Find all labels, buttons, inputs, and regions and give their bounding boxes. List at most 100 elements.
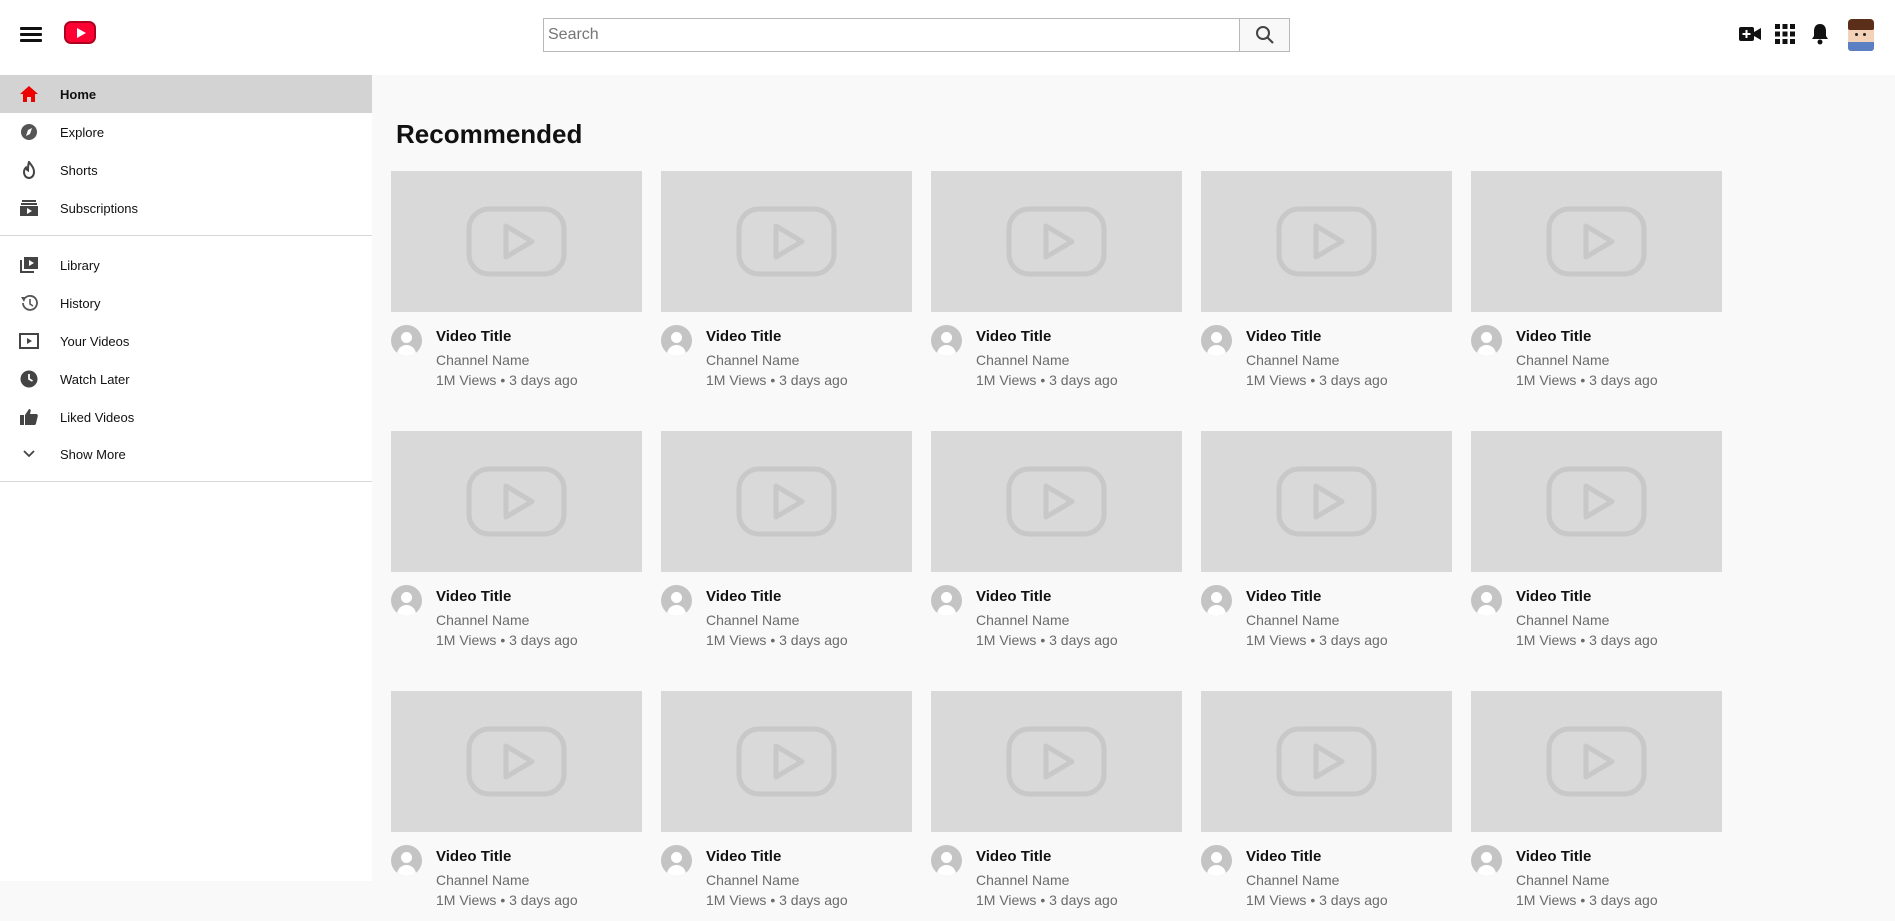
apps-grid-icon[interactable] — [1775, 24, 1795, 44]
video-card[interactable]: Video Title Channel Name 1M Views • 3 da… — [1471, 431, 1722, 661]
video-title[interactable]: Video Title — [436, 848, 511, 865]
channel-avatar[interactable] — [1201, 845, 1232, 876]
channel-avatar[interactable] — [1471, 585, 1502, 616]
channel-avatar[interactable] — [661, 845, 692, 876]
play-icon — [736, 726, 837, 797]
video-card[interactable]: Video Title Channel Name 1M Views • 3 da… — [391, 171, 642, 401]
channel-avatar[interactable] — [661, 585, 692, 616]
video-thumbnail[interactable] — [931, 171, 1182, 312]
video-thumbnail[interactable] — [661, 171, 912, 312]
channel-name[interactable]: Channel Name — [436, 872, 529, 888]
channel-name[interactable]: Channel Name — [1516, 872, 1609, 888]
video-card[interactable]: Video Title Channel Name 1M Views • 3 da… — [661, 171, 912, 401]
channel-avatar[interactable] — [661, 325, 692, 356]
channel-avatar[interactable] — [1201, 325, 1232, 356]
notifications-bell-icon[interactable] — [1810, 23, 1830, 45]
channel-name[interactable]: Channel Name — [436, 612, 529, 628]
channel-avatar[interactable] — [1471, 845, 1502, 876]
channel-avatar[interactable] — [391, 325, 422, 356]
video-card[interactable]: Video Title Channel Name 1M Views • 3 da… — [1201, 691, 1452, 921]
video-meta: 1M Views • 3 days ago — [1516, 892, 1658, 908]
channel-avatar[interactable] — [931, 845, 962, 876]
video-title[interactable]: Video Title — [1516, 328, 1591, 345]
channel-avatar[interactable] — [1201, 585, 1232, 616]
video-thumbnail[interactable] — [391, 431, 642, 572]
user-avatar[interactable] — [1848, 19, 1874, 51]
play-icon — [1276, 726, 1377, 797]
sidebar-item-label: Subscriptions — [60, 200, 139, 216]
video-card[interactable]: Video Title Channel Name 1M Views • 3 da… — [661, 691, 912, 921]
sidebar-item-show-more[interactable]: Show More — [0, 435, 372, 473]
video-thumbnail[interactable] — [931, 431, 1182, 572]
video-title[interactable]: Video Title — [706, 328, 781, 345]
video-title[interactable]: Video Title — [1516, 848, 1591, 865]
video-title[interactable]: Video Title — [976, 588, 1051, 605]
video-thumbnail[interactable] — [931, 691, 1182, 832]
video-card[interactable]: Video Title Channel Name 1M Views • 3 da… — [1201, 171, 1452, 401]
main-content: Recommended Video Title Channel Name 1M … — [372, 75, 1895, 908]
sidebar-item-home[interactable]: Home — [0, 75, 372, 113]
video-thumbnail[interactable] — [1471, 171, 1722, 312]
channel-avatar[interactable] — [1471, 325, 1502, 356]
video-thumbnail[interactable] — [661, 431, 912, 572]
channel-name[interactable]: Channel Name — [436, 352, 529, 368]
sidebar-item-shorts[interactable]: Shorts — [0, 151, 372, 189]
video-title[interactable]: Video Title — [1246, 328, 1321, 345]
video-card[interactable]: Video Title Channel Name 1M Views • 3 da… — [931, 171, 1182, 401]
video-card[interactable]: Video Title Channel Name 1M Views • 3 da… — [661, 431, 912, 661]
channel-name[interactable]: Channel Name — [1246, 612, 1339, 628]
channel-name[interactable]: Channel Name — [1516, 612, 1609, 628]
sidebar-item-your-videos[interactable]: Your Videos — [0, 322, 372, 360]
create-video-icon[interactable] — [1738, 24, 1762, 44]
video-title[interactable]: Video Title — [976, 328, 1051, 345]
video-thumbnail[interactable] — [1471, 691, 1722, 832]
video-thumbnail[interactable] — [661, 691, 912, 832]
search-input[interactable] — [543, 18, 1239, 52]
channel-name[interactable]: Channel Name — [976, 872, 1069, 888]
video-title[interactable]: Video Title — [976, 848, 1051, 865]
video-card[interactable]: Video Title Channel Name 1M Views • 3 da… — [1201, 431, 1452, 661]
channel-name[interactable]: Channel Name — [1246, 872, 1339, 888]
youtube-logo[interactable] — [64, 21, 96, 44]
hamburger-menu-icon[interactable] — [20, 24, 46, 44]
video-thumbnail[interactable] — [1201, 431, 1452, 572]
sidebar-item-liked-videos[interactable]: Liked Videos — [0, 398, 372, 436]
channel-avatar[interactable] — [391, 845, 422, 876]
channel-name[interactable]: Channel Name — [706, 872, 799, 888]
video-card[interactable]: Video Title Channel Name 1M Views • 3 da… — [931, 431, 1182, 661]
video-thumbnail[interactable] — [1201, 171, 1452, 312]
video-card[interactable]: Video Title Channel Name 1M Views • 3 da… — [391, 691, 642, 921]
video-title[interactable]: Video Title — [706, 588, 781, 605]
video-thumbnail[interactable] — [1201, 691, 1452, 832]
sidebar-item-subscriptions[interactable]: Subscriptions — [0, 189, 372, 227]
sidebar-divider — [0, 235, 372, 236]
channel-name[interactable]: Channel Name — [976, 352, 1069, 368]
sidebar-item-history[interactable]: History — [0, 284, 372, 322]
search-button[interactable] — [1239, 18, 1290, 52]
channel-avatar[interactable] — [391, 585, 422, 616]
play-icon — [1546, 726, 1647, 797]
video-card[interactable]: Video Title Channel Name 1M Views • 3 da… — [1471, 171, 1722, 401]
video-thumbnail[interactable] — [391, 691, 642, 832]
video-card[interactable]: Video Title Channel Name 1M Views • 3 da… — [931, 691, 1182, 921]
channel-name[interactable]: Channel Name — [976, 612, 1069, 628]
video-thumbnail[interactable] — [1471, 431, 1722, 572]
sidebar-item-explore[interactable]: Explore — [0, 113, 372, 151]
video-title[interactable]: Video Title — [1246, 848, 1321, 865]
video-title[interactable]: Video Title — [436, 328, 511, 345]
video-title[interactable]: Video Title — [436, 588, 511, 605]
channel-name[interactable]: Channel Name — [706, 612, 799, 628]
channel-name[interactable]: Channel Name — [706, 352, 799, 368]
video-card[interactable]: Video Title Channel Name 1M Views • 3 da… — [391, 431, 642, 661]
video-title[interactable]: Video Title — [706, 848, 781, 865]
channel-name[interactable]: Channel Name — [1516, 352, 1609, 368]
video-thumbnail[interactable] — [391, 171, 642, 312]
sidebar-item-watch-later[interactable]: Watch Later — [0, 360, 372, 398]
channel-avatar[interactable] — [931, 585, 962, 616]
channel-name[interactable]: Channel Name — [1246, 352, 1339, 368]
video-card[interactable]: Video Title Channel Name 1M Views • 3 da… — [1471, 691, 1722, 921]
video-title[interactable]: Video Title — [1516, 588, 1591, 605]
video-title[interactable]: Video Title — [1246, 588, 1321, 605]
channel-avatar[interactable] — [931, 325, 962, 356]
sidebar-item-library[interactable]: Library — [0, 246, 372, 284]
